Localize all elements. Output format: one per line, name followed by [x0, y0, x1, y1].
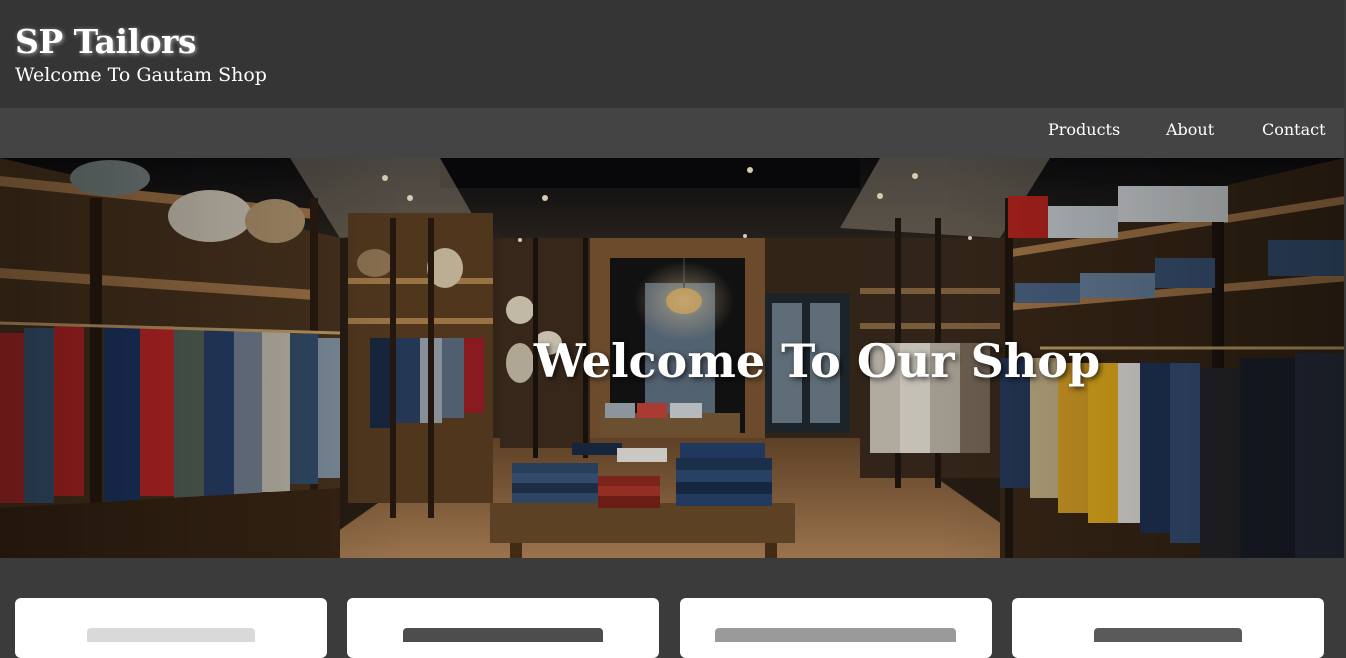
product-image — [87, 628, 255, 642]
product-card[interactable] — [1012, 598, 1324, 658]
product-card[interactable] — [680, 598, 992, 658]
product-image — [1094, 628, 1242, 642]
nav-about-link[interactable]: About — [1166, 120, 1214, 139]
product-image — [715, 628, 956, 642]
site-title: SP Tailors — [15, 22, 196, 61]
site-subtitle: Welcome To Gautam Shop — [15, 64, 267, 86]
site-header: SP Tailors Welcome To Gautam Shop — [0, 0, 1344, 108]
product-image — [403, 628, 603, 642]
main-nav: Products About Contact — [0, 108, 1344, 158]
hero-heading: Welcome To Our Shop — [533, 334, 1101, 388]
nav-contact-link[interactable]: Contact — [1262, 120, 1326, 139]
product-card[interactable] — [347, 598, 659, 658]
hero-banner: Welcome To Our Shop — [0, 158, 1344, 558]
product-card[interactable] — [15, 598, 327, 658]
nav-products-link[interactable]: Products — [1048, 120, 1120, 139]
